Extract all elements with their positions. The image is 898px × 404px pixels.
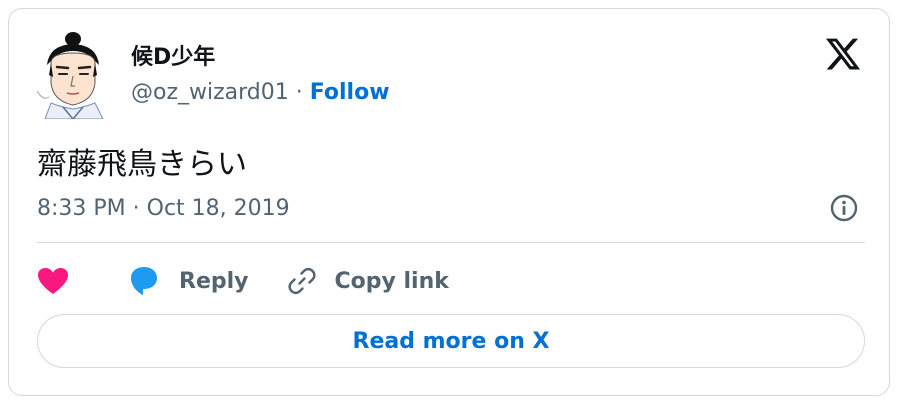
author-handle-row: @oz_wizard01 · Follow	[131, 80, 390, 105]
like-button[interactable]	[37, 267, 69, 295]
follow-button[interactable]: Follow	[310, 80, 390, 105]
tweet-timestamp[interactable]: 8:33 PM · Oct 18, 2019	[37, 196, 290, 221]
link-icon	[287, 267, 316, 295]
avatar[interactable]	[37, 31, 111, 119]
speech-bubble-icon	[131, 267, 157, 295]
x-logo-icon[interactable]	[824, 35, 862, 73]
action-bar: Reply Copy link	[37, 261, 449, 301]
copy-link-button[interactable]: Copy link	[287, 266, 449, 296]
handle-separator: ·	[288, 80, 310, 105]
copy-link-label: Copy link	[334, 268, 449, 294]
reply-button[interactable]: Reply	[127, 265, 249, 297]
author-handle[interactable]: @oz_wizard01	[131, 80, 289, 105]
tweet-text: 齋藤飛鳥きらい	[37, 147, 247, 182]
info-icon[interactable]	[828, 192, 860, 224]
reply-label: Reply	[179, 268, 249, 294]
divider	[37, 242, 865, 243]
tweet-card: 候D少年 @oz_wizard01 · Follow 齋藤飛鳥きらい 8:33 …	[8, 8, 890, 396]
author-display-name[interactable]: 候D少年	[131, 39, 215, 71]
heart-icon	[38, 268, 68, 294]
read-more-button[interactable]: Read more on X	[37, 314, 865, 368]
